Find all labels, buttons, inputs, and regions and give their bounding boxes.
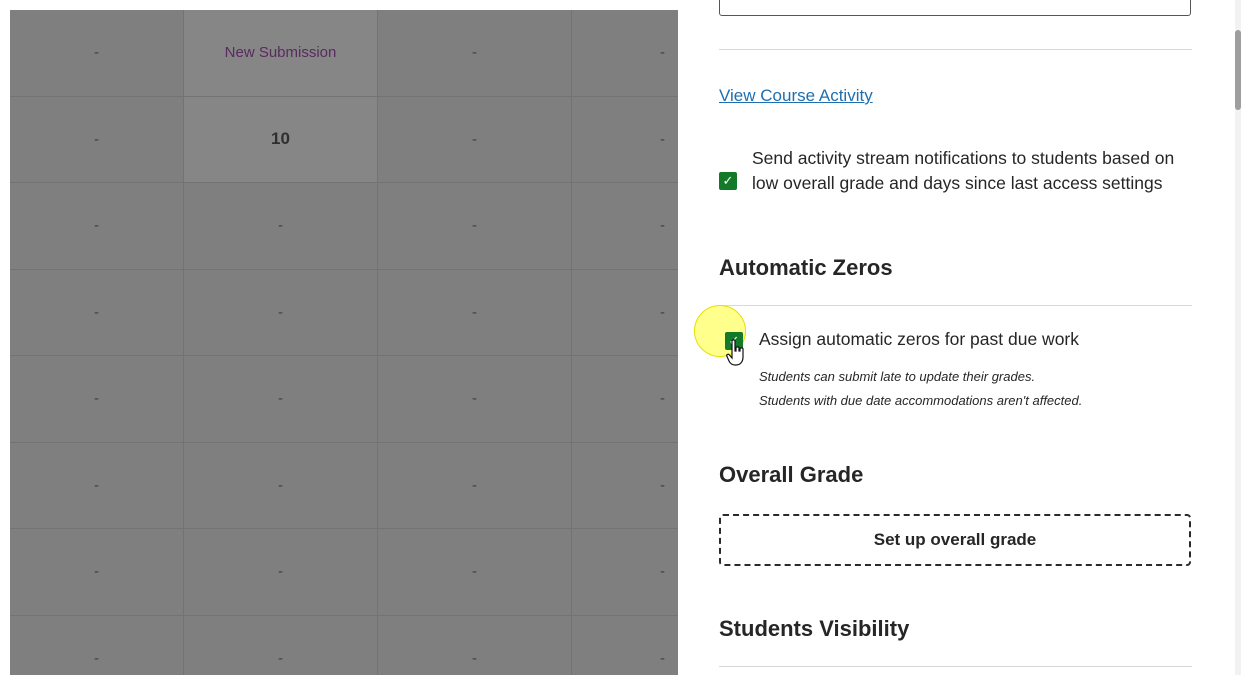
grid-cell[interactable]: -: [378, 183, 572, 269]
panel-scrollbar[interactable]: [1235, 0, 1241, 675]
grid-cell[interactable]: -: [378, 356, 572, 442]
gradebook-settings-panel: View Course Activity ✓ Send activity str…: [678, 0, 1241, 675]
grid-cell[interactable]: -: [184, 615, 378, 675]
grid-cell-score[interactable]: 10: [184, 96, 378, 182]
grid-cell[interactable]: -: [378, 529, 572, 615]
hand-pointer-icon: [726, 339, 744, 366]
grid-cell-new-submission[interactable]: New Submission: [184, 10, 378, 96]
gradebook-grid: - New Submission - - - 10 - - - - - - - …: [10, 10, 678, 675]
view-course-activity-link[interactable]: View Course Activity: [719, 86, 873, 106]
grid-cell[interactable]: -: [572, 183, 678, 269]
grid-cell[interactable]: -: [10, 269, 184, 355]
grid-cell[interactable]: -: [572, 443, 678, 529]
table-row: - - - -: [10, 615, 678, 675]
grid-cell[interactable]: -: [184, 442, 378, 528]
divider: [719, 49, 1192, 50]
grid-cell[interactable]: -: [572, 97, 678, 183]
grid-cell[interactable]: -: [10, 442, 184, 528]
scrollbar-thumb[interactable]: [1235, 30, 1241, 110]
automatic-zeros-help: Students can submit late to update their…: [759, 365, 1082, 413]
grid-cell[interactable]: -: [184, 269, 378, 355]
grid-cell[interactable]: -: [378, 96, 572, 182]
table-row: - 10 - -: [10, 96, 678, 183]
automatic-zeros-label: Assign automatic zeros for past due work: [759, 329, 1080, 349]
grid-cell[interactable]: -: [572, 356, 678, 442]
grid-cell[interactable]: -: [10, 183, 184, 269]
grid-cell[interactable]: -: [378, 10, 572, 96]
notify-students-checkbox[interactable]: ✓: [719, 172, 737, 190]
grid-cell[interactable]: -: [184, 356, 378, 442]
notify-students-label: Send activity stream notifications to st…: [752, 148, 1175, 193]
grid-cell[interactable]: -: [378, 442, 572, 528]
settings-input-field[interactable]: [719, 0, 1191, 16]
divider: [719, 666, 1192, 667]
students-visibility-heading: Students Visibility: [719, 616, 910, 641]
grid-cell[interactable]: -: [572, 10, 678, 96]
grid-cell[interactable]: -: [10, 615, 184, 675]
grid-cell[interactable]: -: [10, 529, 184, 615]
grid-cell[interactable]: -: [10, 356, 184, 442]
table-row: - - - -: [10, 529, 678, 616]
grid-cell[interactable]: -: [572, 616, 678, 675]
automatic-zeros-help-line: Students with due date accommodations ar…: [759, 393, 1083, 408]
grid-cell[interactable]: -: [378, 269, 572, 355]
grid-cell[interactable]: -: [10, 96, 184, 182]
table-row: - - - -: [10, 442, 678, 529]
table-row: - New Submission - -: [10, 10, 678, 97]
table-row: - - - -: [10, 269, 678, 356]
checkmark-icon: ✓: [722, 173, 734, 188]
grid-cell[interactable]: -: [572, 270, 678, 356]
table-row: - - - -: [10, 356, 678, 443]
automatic-zeros-heading: Automatic Zeros: [719, 255, 893, 280]
automatic-zeros-help-line: Students can submit late to update their…: [759, 369, 1036, 384]
overall-grade-heading: Overall Grade: [719, 462, 864, 487]
table-row: - - - -: [10, 183, 678, 270]
divider: [719, 305, 1192, 306]
grid-cell[interactable]: -: [184, 183, 378, 269]
grid-cell[interactable]: -: [10, 10, 184, 96]
grid-cell[interactable]: -: [184, 529, 378, 615]
set-up-overall-grade-button[interactable]: Set up overall grade: [719, 514, 1191, 566]
grid-cell[interactable]: -: [572, 529, 678, 615]
grid-cell[interactable]: -: [378, 615, 572, 675]
